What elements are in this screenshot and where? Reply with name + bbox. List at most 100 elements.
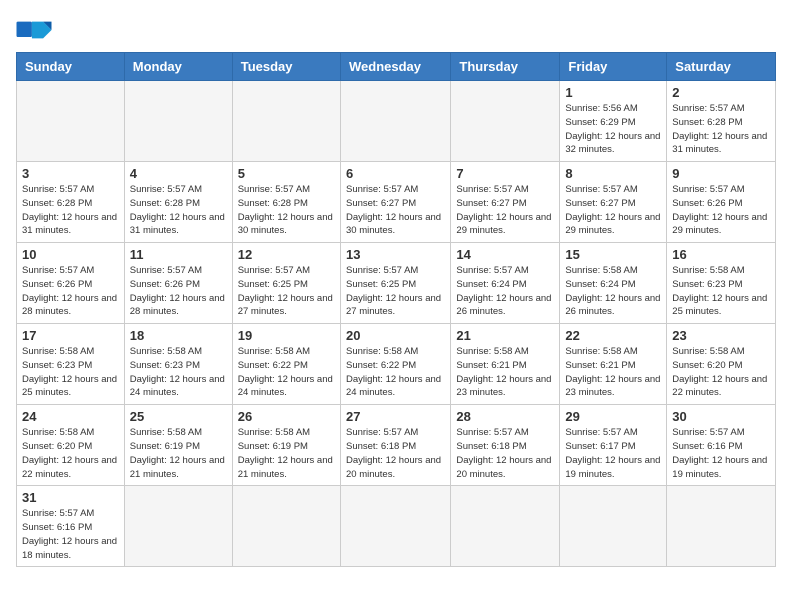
- calendar-cell: [560, 486, 667, 567]
- day-info: Sunrise: 5:58 AM Sunset: 6:24 PM Dayligh…: [565, 264, 661, 319]
- calendar-week-4: 17 Sunrise: 5:58 AM Sunset: 6:23 PM Dayli…: [17, 324, 776, 405]
- calendar-week-1: 1 Sunrise: 5:56 AM Sunset: 6:29 PM Daylig…: [17, 81, 776, 162]
- day-number: 26: [238, 409, 335, 424]
- day-number: 24: [22, 409, 119, 424]
- calendar-cell: 4 Sunrise: 5:57 AM Sunset: 6:28 PM Daylig…: [124, 162, 232, 243]
- calendar-cell: 5Sunrise: 5:57 AM Sunset: 6:28 PM Daylig…: [232, 162, 340, 243]
- day-header-sunday: Sunday: [17, 53, 125, 81]
- calendar-week-3: 10 Sunrise: 5:57 AM Sunset: 6:26 PM Dayli…: [17, 243, 776, 324]
- calendar-cell: 27 Sunrise: 5:57 AM Sunset: 6:18 PM Dayli…: [340, 405, 450, 486]
- day-number: 3: [22, 166, 119, 181]
- calendar-cell: 31Sunrise: 5:57 AM Sunset: 6:16 PM Dayli…: [17, 486, 125, 567]
- calendar-cell: 22 Sunrise: 5:58 AM Sunset: 6:21 PM Dayli…: [560, 324, 667, 405]
- day-number: 25: [130, 409, 227, 424]
- day-number: 29: [565, 409, 661, 424]
- day-header-wednesday: Wednesday: [340, 53, 450, 81]
- calendar-cell: 11 Sunrise: 5:57 AM Sunset: 6:26 PM Dayli…: [124, 243, 232, 324]
- calendar-cell: [340, 81, 450, 162]
- day-info: Sunrise: 5:57 AM Sunset: 6:16 PM Dayligh…: [672, 426, 770, 481]
- page-header: [16, 16, 776, 44]
- calendar-table: SundayMondayTuesdayWednesdayThursdayFrid…: [16, 52, 776, 567]
- day-header-monday: Monday: [124, 53, 232, 81]
- day-number: 30: [672, 409, 770, 424]
- calendar-cell: 16Sunrise: 5:58 AM Sunset: 6:23 PM Dayli…: [667, 243, 776, 324]
- day-number: 23: [672, 328, 770, 343]
- logo: [16, 16, 56, 44]
- calendar-cell: 28Sunrise: 5:57 AM Sunset: 6:18 PM Dayli…: [451, 405, 560, 486]
- day-number: 20: [346, 328, 445, 343]
- calendar-cell: 1 Sunrise: 5:56 AM Sunset: 6:29 PM Daylig…: [560, 81, 667, 162]
- day-number: 18: [130, 328, 227, 343]
- day-info: Sunrise: 5:57 AM Sunset: 6:28 PM Dayligh…: [672, 102, 770, 157]
- day-number: 19: [238, 328, 335, 343]
- day-info: Sunrise: 5:57 AM Sunset: 6:26 PM Dayligh…: [672, 183, 770, 238]
- day-number: 22: [565, 328, 661, 343]
- calendar-cell: 2 Sunrise: 5:57 AM Sunset: 6:28 PM Daylig…: [667, 81, 776, 162]
- day-header-thursday: Thursday: [451, 53, 560, 81]
- calendar-cell: 23 Sunrise: 5:58 AM Sunset: 6:20 PM Dayli…: [667, 324, 776, 405]
- calendar-cell: 15Sunrise: 5:58 AM Sunset: 6:24 PM Dayli…: [560, 243, 667, 324]
- day-number: 16: [672, 247, 770, 262]
- day-info: Sunrise: 5:58 AM Sunset: 6:19 PM Dayligh…: [238, 426, 335, 481]
- day-header-friday: Friday: [560, 53, 667, 81]
- calendar-cell: 8 Sunrise: 5:57 AM Sunset: 6:27 PM Daylig…: [560, 162, 667, 243]
- day-info: Sunrise: 5:57 AM Sunset: 6:18 PM Dayligh…: [346, 426, 445, 481]
- day-info: Sunrise: 5:57 AM Sunset: 6:24 PM Dayligh…: [456, 264, 554, 319]
- calendar-cell: [340, 486, 450, 567]
- calendar-cell: [232, 486, 340, 567]
- calendar-cell: [232, 81, 340, 162]
- day-header-saturday: Saturday: [667, 53, 776, 81]
- day-info: Sunrise: 5:58 AM Sunset: 6:22 PM Dayligh…: [346, 345, 445, 400]
- day-number: 27: [346, 409, 445, 424]
- calendar-cell: 10 Sunrise: 5:57 AM Sunset: 6:26 PM Dayli…: [17, 243, 125, 324]
- calendar-week-5: 24 Sunrise: 5:58 AM Sunset: 6:20 PM Dayli…: [17, 405, 776, 486]
- day-number: 10: [22, 247, 119, 262]
- calendar-week-6: 31Sunrise: 5:57 AM Sunset: 6:16 PM Dayli…: [17, 486, 776, 567]
- day-number: 7: [456, 166, 554, 181]
- day-info: Sunrise: 5:58 AM Sunset: 6:21 PM Dayligh…: [565, 345, 661, 400]
- day-info: Sunrise: 5:58 AM Sunset: 6:23 PM Dayligh…: [22, 345, 119, 400]
- calendar-week-2: 3 Sunrise: 5:57 AM Sunset: 6:28 PM Daylig…: [17, 162, 776, 243]
- day-info: Sunrise: 5:57 AM Sunset: 6:28 PM Dayligh…: [22, 183, 119, 238]
- day-number: 11: [130, 247, 227, 262]
- day-number: 21: [456, 328, 554, 343]
- day-number: 6: [346, 166, 445, 181]
- day-info: Sunrise: 5:58 AM Sunset: 6:21 PM Dayligh…: [456, 345, 554, 400]
- day-number: 4: [130, 166, 227, 181]
- day-info: Sunrise: 5:58 AM Sunset: 6:23 PM Dayligh…: [130, 345, 227, 400]
- day-number: 2: [672, 85, 770, 100]
- calendar-cell: 19 Sunrise: 5:58 AM Sunset: 6:22 PM Dayli…: [232, 324, 340, 405]
- calendar-cell: 25 Sunrise: 5:58 AM Sunset: 6:19 PM Dayli…: [124, 405, 232, 486]
- day-info: Sunrise: 5:57 AM Sunset: 6:28 PM Dayligh…: [130, 183, 227, 238]
- calendar-cell: 3 Sunrise: 5:57 AM Sunset: 6:28 PM Daylig…: [17, 162, 125, 243]
- day-info: Sunrise: 5:57 AM Sunset: 6:26 PM Dayligh…: [22, 264, 119, 319]
- day-info: Sunrise: 5:56 AM Sunset: 6:29 PM Dayligh…: [565, 102, 661, 157]
- day-info: Sunrise: 5:57 AM Sunset: 6:16 PM Dayligh…: [22, 507, 119, 562]
- day-info: Sunrise: 5:57 AM Sunset: 6:27 PM Dayligh…: [346, 183, 445, 238]
- day-number: 8: [565, 166, 661, 181]
- day-info: Sunrise: 5:58 AM Sunset: 6:20 PM Dayligh…: [22, 426, 119, 481]
- day-number: 14: [456, 247, 554, 262]
- day-number: 1: [565, 85, 661, 100]
- day-info: Sunrise: 5:58 AM Sunset: 6:19 PM Dayligh…: [130, 426, 227, 481]
- calendar-cell: 12 Sunrise: 5:57 AM Sunset: 6:25 PM Dayli…: [232, 243, 340, 324]
- day-info: Sunrise: 5:57 AM Sunset: 6:25 PM Dayligh…: [346, 264, 445, 319]
- calendar-cell: 13Sunrise: 5:57 AM Sunset: 6:25 PM Dayli…: [340, 243, 450, 324]
- day-number: 5: [238, 166, 335, 181]
- day-info: Sunrise: 5:58 AM Sunset: 6:20 PM Dayligh…: [672, 345, 770, 400]
- calendar-cell: 9 Sunrise: 5:57 AM Sunset: 6:26 PM Daylig…: [667, 162, 776, 243]
- day-info: Sunrise: 5:58 AM Sunset: 6:22 PM Dayligh…: [238, 345, 335, 400]
- calendar-cell: [124, 486, 232, 567]
- day-info: Sunrise: 5:57 AM Sunset: 6:27 PM Dayligh…: [565, 183, 661, 238]
- calendar-cell: [451, 486, 560, 567]
- calendar-cell: 20 Sunrise: 5:58 AM Sunset: 6:22 PM Dayli…: [340, 324, 450, 405]
- day-number: 17: [22, 328, 119, 343]
- day-info: Sunrise: 5:57 AM Sunset: 6:18 PM Dayligh…: [456, 426, 554, 481]
- day-info: Sunrise: 5:57 AM Sunset: 6:25 PM Dayligh…: [238, 264, 335, 319]
- calendar-cell: 21 Sunrise: 5:58 AM Sunset: 6:21 PM Dayli…: [451, 324, 560, 405]
- calendar-header-row: SundayMondayTuesdayWednesdayThursdayFrid…: [17, 53, 776, 81]
- calendar-cell: [667, 486, 776, 567]
- day-number: 12: [238, 247, 335, 262]
- day-number: 9: [672, 166, 770, 181]
- day-info: Sunrise: 5:57 AM Sunset: 6:26 PM Dayligh…: [130, 264, 227, 319]
